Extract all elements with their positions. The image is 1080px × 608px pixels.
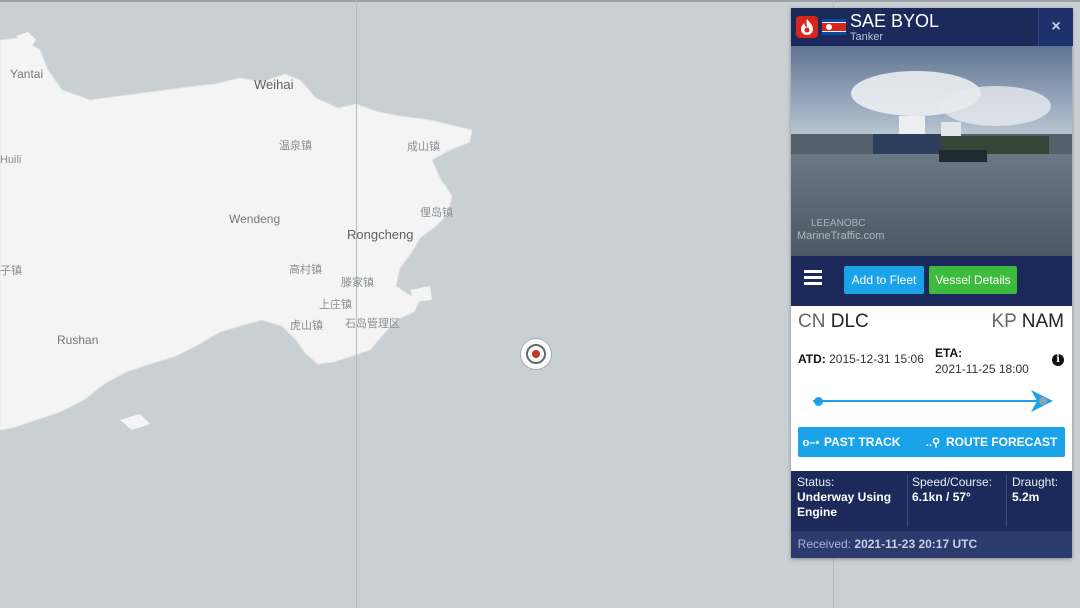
speed-label: Speed/Course: — [912, 475, 993, 489]
marker-dot — [532, 350, 540, 358]
panel-header: SAE BYOL Tanker × — [791, 8, 1073, 46]
map-label-wenquan: 温泉镇 — [279, 140, 312, 152]
map-label-wendeng: Wendeng — [229, 212, 281, 226]
arrival-port-code: NAM — [1021, 311, 1064, 332]
received-value: 2021-11-23 20:17 UTC — [854, 537, 978, 551]
route-pin-icon: ..⚲ — [925, 437, 941, 449]
vessel-type: Tanker — [850, 31, 884, 43]
map-label-yantai: Yantai — [10, 67, 44, 81]
received-label: Received: — [797, 537, 852, 551]
vessel-name: SAE BYOL — [850, 11, 940, 31]
photo-watermark: MarineTraffic.com — [797, 230, 885, 242]
eta-value: 2021-11-25 18:00 — [935, 362, 1029, 376]
flag-kp-icon — [822, 19, 846, 35]
status-label: Status: — [797, 475, 835, 489]
status-divider — [907, 475, 908, 527]
speed-value: 6.1kn / 57° — [912, 490, 971, 504]
route-forecast-label: ROUTE FORECAST — [946, 435, 1058, 449]
map-label-weihai: Weihai — [254, 77, 294, 92]
map-label-shangzhuang: 上庄镇 — [319, 299, 352, 311]
map-top-border — [0, 0, 1080, 2]
vessel-info-panel: SAE BYOL Tanker × LEEANOBC MarineTraffic… — [791, 8, 1073, 558]
vessel-details-button[interactable]: Vessel Details — [929, 266, 1017, 294]
grid-meridian — [356, 0, 357, 608]
progress-arrow-icon — [1030, 390, 1053, 412]
fire-icon — [796, 16, 818, 38]
vessel-photo[interactable]: LEEANOBC MarineTraffic.com — [791, 46, 1072, 256]
departure-port-code: DLC — [830, 311, 869, 332]
voyage-progress-bar — [813, 400, 1048, 402]
status-col: Status: Underway Using Engine — [797, 475, 905, 520]
departure-port[interactable]: CN DLC — [798, 311, 869, 333]
map-label-gaocun: 高村镇 — [289, 264, 322, 276]
vessel-marker-icon[interactable] — [521, 339, 551, 369]
eta-label: ETA: — [935, 346, 963, 360]
past-track-button[interactable]: o–• PAST TRACK — [798, 427, 925, 457]
route-forecast-button[interactable]: ..⚲ ROUTE FORECAST — [920, 427, 1065, 457]
received-info: Received: 2021-11-23 20:17 UTC — [791, 531, 1072, 558]
status-section: Status: Underway Using Engine Speed/Cour… — [791, 471, 1072, 531]
past-track-label: PAST TRACK — [824, 435, 901, 449]
draught-label: Draught: — [1012, 475, 1059, 489]
draught-value: 5.2m — [1012, 490, 1040, 504]
map-label-zizhen: 子镇 — [0, 265, 22, 277]
arrival-country: KP — [991, 311, 1017, 332]
menu-icon[interactable] — [804, 270, 822, 286]
progress-start-dot — [814, 397, 823, 406]
status-divider — [1006, 475, 1007, 527]
eta-info: ETA: 2021-11-25 18:00 — [935, 345, 1029, 377]
past-track-icon: o–• — [802, 437, 820, 449]
atd-value: 2015-12-31 15:06 — [829, 352, 924, 366]
map-label-rushan: Rushan — [57, 333, 99, 347]
map-label-huashan: 虎山镇 — [290, 320, 323, 332]
add-to-fleet-button[interactable]: Add to Fleet — [844, 266, 924, 294]
map-label-yashan: 俚岛镇 — [420, 207, 453, 219]
map-label-rongcheng: Rongcheng — [347, 227, 414, 242]
speed-col: Speed/Course: 6.1kn / 57° — [912, 475, 1008, 505]
status-value: Underway Using Engine — [797, 490, 892, 519]
map-label-huili: Huili — [0, 154, 22, 166]
atd-label: ATD: — [798, 352, 826, 366]
map-label-tengjia: 滕家镇 — [341, 277, 374, 289]
close-icon[interactable]: × — [1038, 8, 1073, 46]
atd-info: ATD: 2015-12-31 15:06 — [798, 352, 924, 366]
map-label-chengshan: 成山镇 — [407, 141, 440, 153]
info-icon[interactable]: i — [1052, 354, 1064, 366]
action-bar: Add to Fleet Vessel Details — [791, 256, 1072, 306]
arrival-port[interactable]: KP NAM — [991, 311, 1064, 333]
departure-country: CN — [798, 311, 826, 332]
map-label-shidao: 石岛管理区 — [345, 318, 400, 330]
draught-col: Draught: 5.2m — [1012, 475, 1070, 505]
photo-credit: LEEANOBC — [811, 218, 866, 229]
